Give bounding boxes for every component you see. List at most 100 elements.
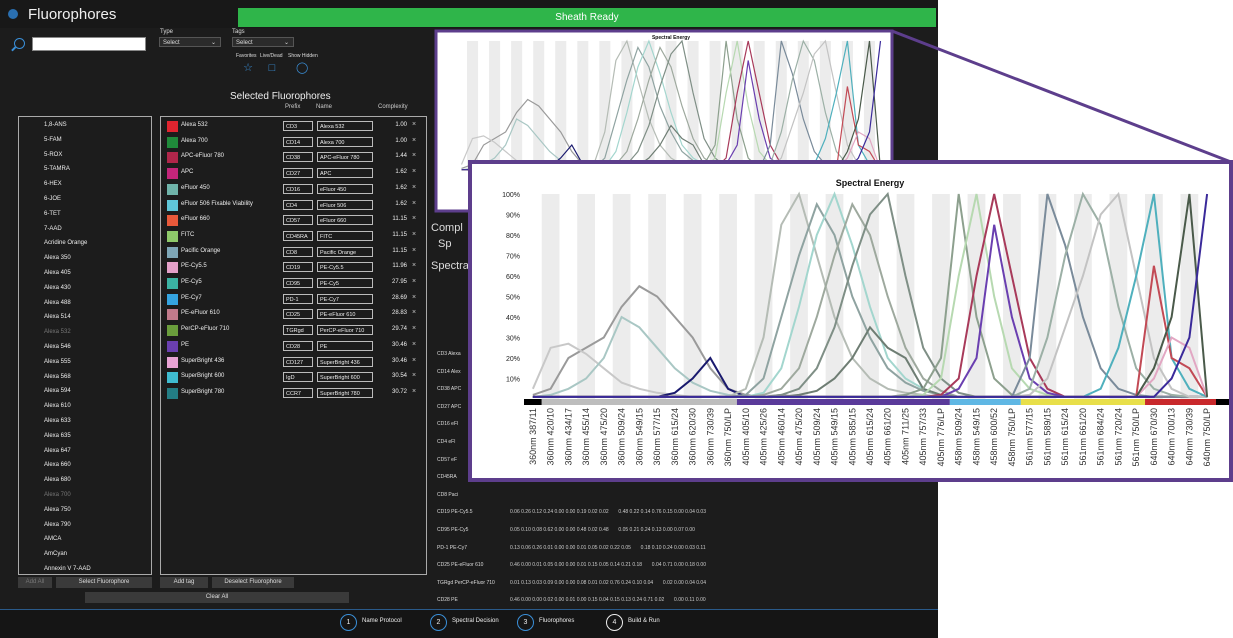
selected-row[interactable]: PE-Cy5 CD95 PE-Cy5 27.95 ×	[161, 278, 426, 290]
available-item[interactable]: 5-ROX	[44, 152, 62, 158]
document-icon[interactable]: □	[266, 62, 278, 74]
prefix-input[interactable]: CD38	[283, 152, 313, 163]
selected-fluorophore-list[interactable]: Alexa 532 CD3 Alexa 532 1.00 × Alexa 700 CD14 A…	[160, 116, 427, 575]
selected-row[interactable]: SuperBright 436 CD127 SuperBright 436 30.46…	[161, 356, 426, 369]
selected-row[interactable]: PerCP-eFluor 710 TGRgd PerCP-eFluor 710 29.…	[161, 325, 426, 337]
prefix-input[interactable]: CD8	[283, 246, 313, 257]
available-item[interactable]: AMCA	[44, 536, 61, 542]
selected-row[interactable]: PE-Cy7 PD-1 PE-Cy7 28.69 ×	[161, 293, 426, 306]
remove-icon[interactable]: ×	[412, 309, 416, 316]
available-item[interactable]: 1,8-ANS	[44, 122, 67, 128]
eye-icon[interactable]: ◯	[296, 62, 308, 74]
remove-icon[interactable]: ×	[412, 388, 416, 395]
label-input[interactable]: APC	[317, 168, 373, 179]
prefix-input[interactable]: CD3	[283, 121, 313, 131]
prefix-input[interactable]: CD19	[283, 262, 313, 273]
available-item[interactable]: Alexa 546	[44, 344, 71, 350]
selected-row[interactable]: APC CD27 APC 1.62 ×	[161, 168, 426, 180]
available-item[interactable]: 6-JOE	[44, 196, 61, 202]
available-item[interactable]: Alexa 700	[44, 492, 71, 498]
prefix-input[interactable]: CD95	[283, 278, 313, 288]
available-item[interactable]: AmCyan	[44, 551, 67, 557]
select-fluorophore-button[interactable]: Select Fluorophore	[56, 577, 152, 588]
available-item[interactable]: Alexa 610	[44, 403, 71, 409]
available-item[interactable]: Alexa 532	[44, 329, 71, 335]
label-input[interactable]: eFluor 660	[317, 215, 373, 226]
label-input[interactable]: eFluor 506	[317, 199, 373, 210]
prefix-input[interactable]: CD45RA	[283, 230, 313, 241]
available-item[interactable]: 6-TET	[44, 211, 61, 217]
label-input[interactable]: PE-Cy7	[317, 293, 373, 304]
prefix-input[interactable]: PD-1	[283, 293, 313, 304]
remove-icon[interactable]: ×	[412, 341, 416, 348]
search-input[interactable]	[32, 37, 146, 51]
available-item[interactable]: Alexa 594	[44, 388, 71, 394]
label-input[interactable]: SuperBright 780	[317, 387, 373, 398]
remove-icon[interactable]: ×	[412, 121, 416, 128]
available-item[interactable]: Alexa 488	[44, 300, 71, 306]
label-input[interactable]: SuperBright 436	[317, 356, 373, 367]
star-icon[interactable]: ☆	[242, 62, 254, 74]
prefix-input[interactable]: CD4	[283, 199, 313, 210]
remove-icon[interactable]: ×	[412, 200, 416, 207]
available-item[interactable]: Alexa 430	[44, 285, 71, 291]
remove-icon[interactable]: ×	[412, 137, 416, 144]
selected-row[interactable]: SuperBright 780 CCR7 SuperBright 780 30.72 ×	[161, 387, 426, 400]
tags-select[interactable]: Select ⌄	[232, 37, 294, 47]
remove-icon[interactable]: ×	[412, 231, 416, 238]
label-input[interactable]: eFluor 450	[317, 183, 373, 194]
deselect-fluorophore-button[interactable]: Deselect Fluorophore	[212, 577, 294, 588]
remove-icon[interactable]: ×	[412, 262, 416, 269]
label-input[interactable]: PE-Cy5.5	[317, 262, 373, 273]
selected-row[interactable]: PE-eFluor 610 CD25 PE-eFluor 610 28.83 ×	[161, 309, 426, 321]
label-input[interactable]: APC-eFluor 780	[317, 152, 373, 163]
label-input[interactable]: Pacific Orange	[317, 246, 373, 257]
selected-row[interactable]: FITC CD45RA FITC 11.15 ×	[161, 230, 426, 243]
remove-icon[interactable]: ×	[412, 357, 416, 364]
remove-icon[interactable]: ×	[412, 372, 416, 379]
prefix-input[interactable]: TGRgd	[283, 325, 313, 336]
prefix-input[interactable]: CD57	[283, 215, 313, 226]
prefix-input[interactable]: IgD	[283, 372, 313, 383]
available-item[interactable]: Alexa 568	[44, 374, 71, 380]
selected-row[interactable]: PE CD28 PE 30.46 ×	[161, 340, 426, 353]
remove-icon[interactable]: ×	[412, 247, 416, 254]
available-item[interactable]: Alexa 514	[44, 314, 71, 320]
available-item[interactable]: 6-HEX	[44, 181, 62, 187]
prefix-input[interactable]: CD28	[283, 340, 313, 351]
remove-icon[interactable]: ×	[412, 278, 416, 285]
label-input[interactable]: PerCP-eFluor 710	[317, 325, 373, 336]
add-tag-button[interactable]: Add tag	[160, 577, 208, 588]
available-fluorophore-list[interactable]: 1,8-ANS 5-FAM 5-ROX 5-TAMRA 6-HEX 6-JOE 6-TET 7…	[18, 116, 152, 575]
search-icon[interactable]	[14, 38, 25, 49]
remove-icon[interactable]: ×	[412, 184, 416, 191]
selected-row[interactable]: APC-eFluor 780 CD38 APC-eFluor 780 1.44 ×	[161, 152, 426, 164]
selected-row[interactable]: eFluor 660 CD57 eFluor 660 11.15 ×	[161, 215, 426, 227]
remove-icon[interactable]: ×	[412, 152, 416, 159]
selected-row[interactable]: Pacific Orange CD8 Pacific Orange 11.15 ×	[161, 246, 426, 259]
selected-row[interactable]: eFluor 450 CD16 eFluor 450 1.62 ×	[161, 183, 426, 196]
available-item[interactable]: Alexa 350	[44, 255, 71, 261]
label-input[interactable]: PE	[317, 340, 373, 351]
label-input[interactable]: SuperBright 600	[317, 372, 373, 383]
remove-icon[interactable]: ×	[412, 168, 416, 175]
available-item[interactable]: Alexa 790	[44, 522, 71, 528]
prefix-input[interactable]: CCR7	[283, 387, 313, 398]
step-1[interactable]: 1 Name Protocol	[340, 614, 430, 632]
available-item[interactable]: Alexa 660	[44, 462, 71, 468]
available-item[interactable]: Alexa 680	[44, 477, 71, 483]
selected-row[interactable]: PE-Cy5.5 CD19 PE-Cy5.5 11.96 ×	[161, 262, 426, 274]
prefix-input[interactable]: CD14	[283, 136, 313, 147]
available-item[interactable]: 5-FAM	[44, 137, 62, 143]
remove-icon[interactable]: ×	[412, 215, 416, 222]
prefix-input[interactable]: CD16	[283, 183, 313, 194]
step-2[interactable]: 2 Spectral Decision	[430, 614, 520, 632]
available-item[interactable]: Alexa 750	[44, 507, 71, 513]
remove-icon[interactable]: ×	[412, 294, 416, 301]
label-input[interactable]: Alexa 532	[317, 121, 373, 131]
available-item[interactable]: Alexa 633	[44, 418, 71, 424]
prefix-input[interactable]: CD27	[283, 168, 313, 179]
add-all-button[interactable]: Add All	[18, 577, 52, 588]
selected-row[interactable]: Alexa 532 CD3 Alexa 532 1.00 ×	[161, 121, 426, 133]
type-select[interactable]: Select ⌄	[159, 37, 221, 47]
